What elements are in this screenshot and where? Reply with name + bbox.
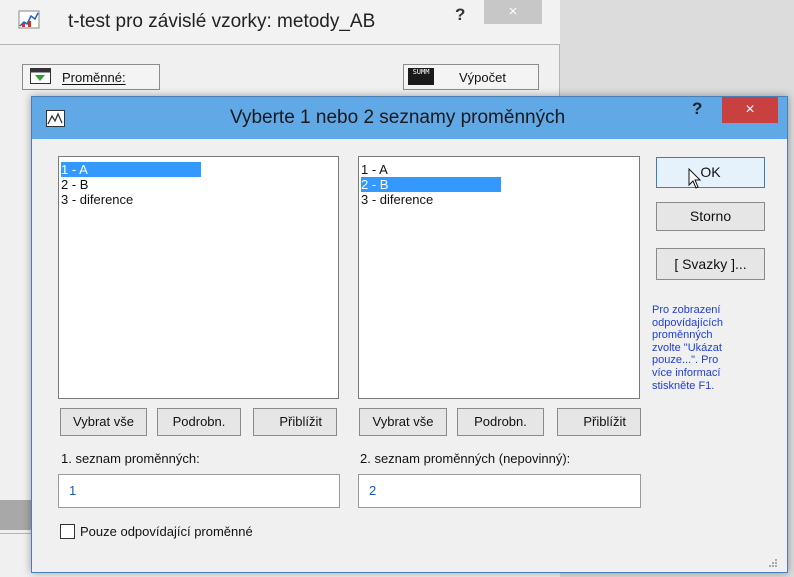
ok-button[interactable]: OK xyxy=(656,157,765,188)
background-help-button[interactable]: ? xyxy=(455,5,465,25)
dialog-title: Vyberte 1 nebo 2 seznamy proměnných xyxy=(230,107,566,128)
variable-list-1[interactable]: 1 - A 2 - B 3 - diference xyxy=(58,156,339,399)
list2-zoom-button[interactable]: Přiblížit xyxy=(557,408,641,436)
dialog-app-icon xyxy=(46,110,65,127)
variables-icon xyxy=(30,68,51,84)
background-window-title: t-test pro závislé vzorky: metody_AB xyxy=(68,11,376,32)
variable-list-2[interactable]: 1 - A 2 - B 3 - diference xyxy=(358,156,640,399)
bundles-button[interactable]: [ Svazky ]... xyxy=(656,248,765,280)
mouse-cursor-icon xyxy=(688,168,702,189)
list2-details-button[interactable]: Podrobn. xyxy=(457,408,544,436)
info-line-6: více informací xyxy=(652,366,721,379)
list1-details-button[interactable]: Podrobn. xyxy=(157,408,241,436)
info-line-7: stiskněte F1. xyxy=(652,379,715,392)
info-text: Pro zobrazení odpovídajících proměnných … xyxy=(652,304,772,392)
list2-item-3[interactable]: 3 - diference xyxy=(361,192,433,207)
dialog-help-button[interactable]: ? xyxy=(692,99,702,119)
variables-button-label: Proměnné: xyxy=(62,70,126,85)
resize-grip-icon[interactable] xyxy=(766,556,778,568)
info-line-3: proměnných xyxy=(652,329,713,342)
matching-variables-label: Pouze odpovídající proměnné xyxy=(80,524,253,539)
dialog-close-button[interactable]: × xyxy=(722,97,778,123)
list1-select-all-button[interactable]: Vybrat vše xyxy=(60,408,147,436)
list2-field-label: 2. seznam proměnných (nepovinný): xyxy=(360,451,571,466)
background-close-button[interactable]: × xyxy=(484,0,542,24)
sum-icon-text: SUMM xyxy=(412,68,430,76)
list1-item-1[interactable]: 1 - A xyxy=(61,162,201,177)
matching-variables-checkbox[interactable] xyxy=(60,524,75,539)
list2-item-1[interactable]: 1 - A xyxy=(361,162,388,177)
info-line-5: pouze...". Pro xyxy=(652,354,719,367)
list1-field-label: 1. seznam proměnných: xyxy=(61,451,200,466)
list1-value-field[interactable]: 1 xyxy=(58,474,340,508)
cancel-button[interactable]: Storno xyxy=(656,202,765,231)
list1-item-2[interactable]: 2 - B xyxy=(61,177,88,192)
info-line-2: odpovídajících xyxy=(652,316,723,329)
info-line-4: zvolte "Ukázat xyxy=(652,341,722,354)
list2-item-2[interactable]: 2 - B xyxy=(361,177,501,192)
list1-zoom-button[interactable]: Přiblížit xyxy=(253,408,337,436)
list2-select-all-button[interactable]: Vybrat vše xyxy=(359,408,447,436)
chart-app-icon xyxy=(18,10,40,29)
list1-item-3[interactable]: 3 - diference xyxy=(61,192,133,207)
sum-icon: SUMM xyxy=(408,68,434,85)
list2-value-field[interactable]: 2 xyxy=(358,474,641,508)
compute-button-label: Výpočet xyxy=(459,70,506,85)
info-line-1: Pro zobrazení xyxy=(652,304,721,316)
